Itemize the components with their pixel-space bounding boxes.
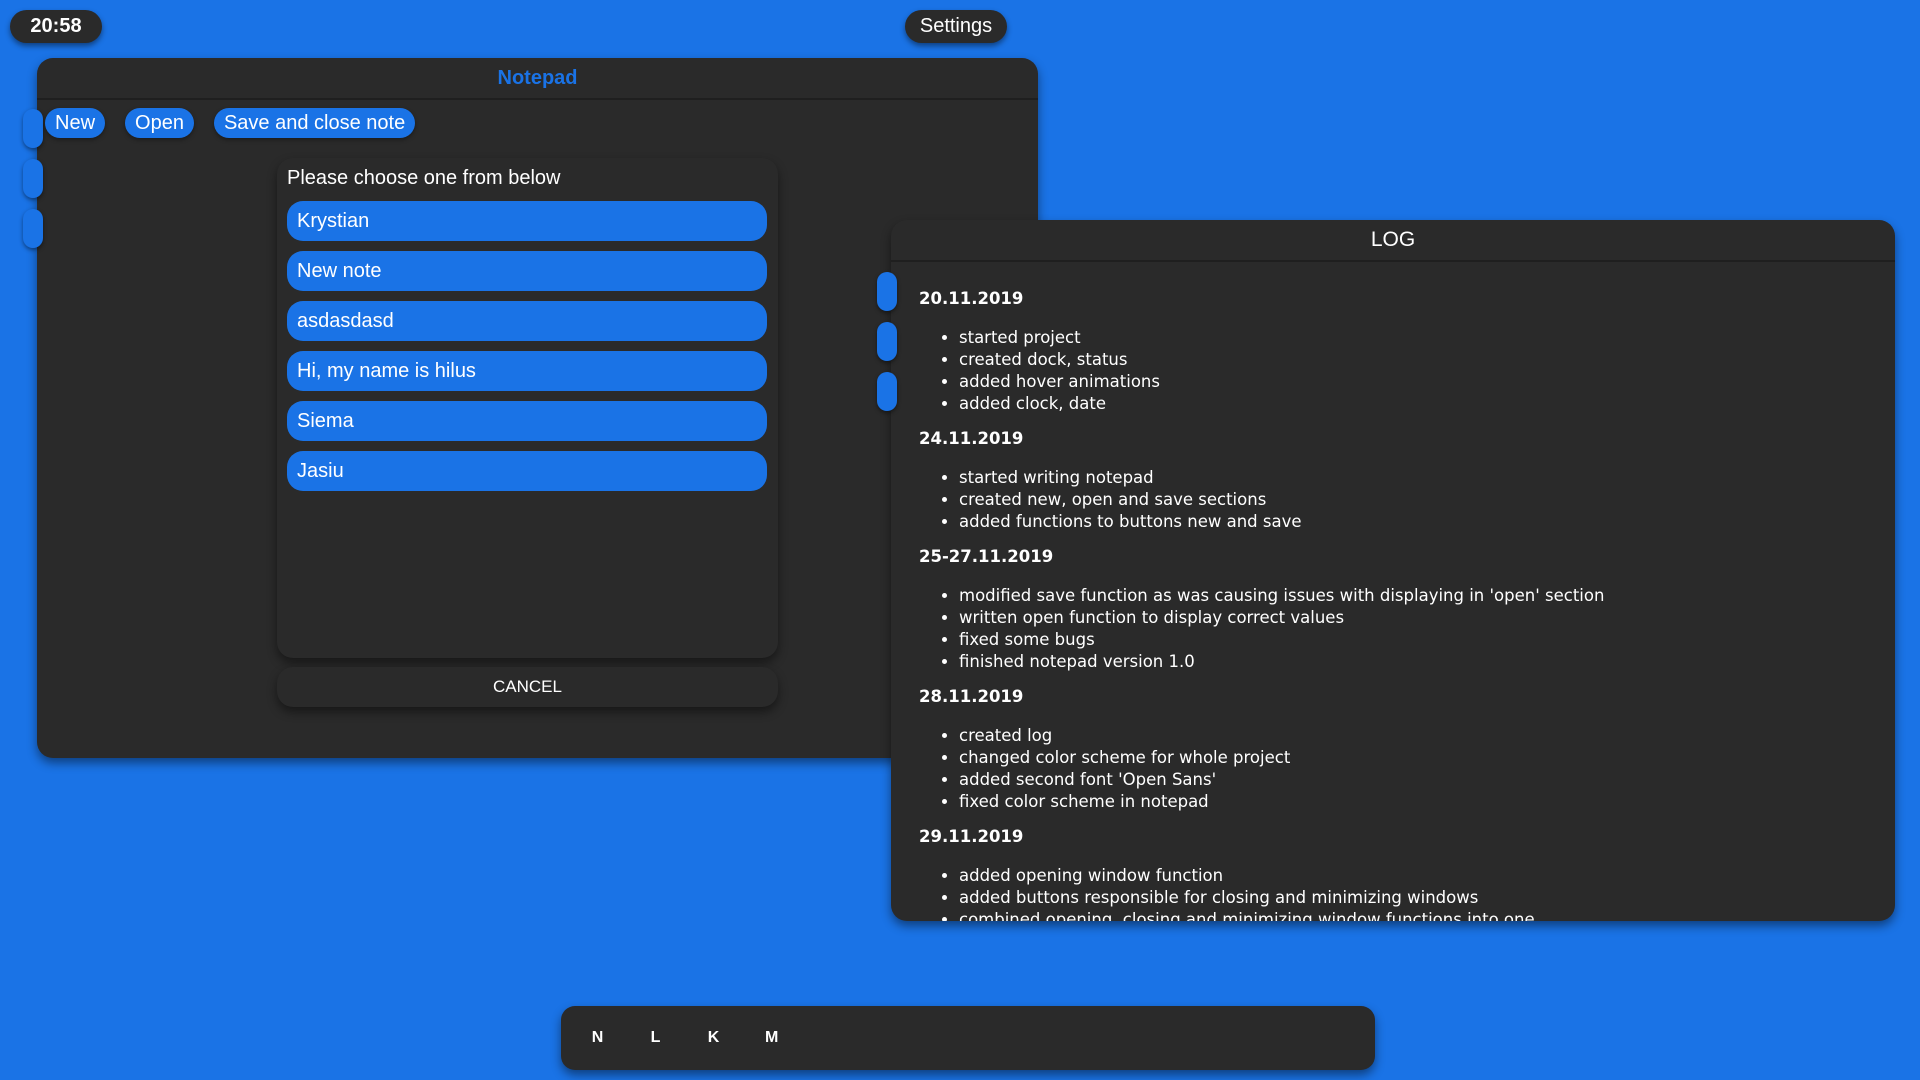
new-note-button[interactable]: New bbox=[45, 108, 106, 138]
log-item: added opening window function bbox=[959, 865, 1875, 887]
notepad-title: Notepad bbox=[497, 66, 578, 89]
notepad-titlebar[interactable]: Notepad bbox=[37, 58, 1038, 100]
log-item: created dock, status bbox=[959, 349, 1875, 371]
log-item: changed color scheme for whole project bbox=[959, 747, 1875, 769]
open-note-button[interactable]: Open bbox=[125, 108, 194, 138]
log-item: added functions to buttons new and save bbox=[959, 511, 1875, 533]
note-item[interactable]: asdasdasd bbox=[287, 301, 767, 341]
notepad-toolbar: New Open Save and close note bbox=[45, 108, 416, 138]
window-maximize-handle[interactable] bbox=[877, 372, 897, 411]
dock: N L K M bbox=[561, 1006, 1375, 1070]
log-list: started writing notepad created new, ope… bbox=[919, 467, 1875, 533]
window-minimize-handle[interactable] bbox=[877, 322, 897, 361]
log-titlebar[interactable]: LOG bbox=[891, 220, 1895, 262]
log-item: started writing notepad bbox=[959, 467, 1875, 489]
log-item: finished notepad version 1.0 bbox=[959, 651, 1875, 673]
log-item: added buttons responsible for closing an… bbox=[959, 887, 1875, 909]
cancel-button[interactable]: CANCEL bbox=[277, 667, 778, 707]
window-maximize-handle[interactable] bbox=[23, 209, 43, 248]
log-window: LOG 20.11.2019 started project created d… bbox=[877, 220, 1895, 921]
log-item: created new, open and save sections bbox=[959, 489, 1875, 511]
dock-item-notepad[interactable]: N bbox=[591, 1029, 604, 1047]
window-minimize-handle[interactable] bbox=[23, 159, 43, 198]
log-item: written open function to display correct… bbox=[959, 607, 1875, 629]
log-list: started project created dock, status add… bbox=[919, 327, 1875, 415]
log-date: 28.11.2019 bbox=[919, 687, 1024, 706]
log-title: LOG bbox=[1370, 228, 1416, 251]
dialog-prompt: Please choose one from below bbox=[287, 167, 561, 189]
log-date: 25-27.11.2019 bbox=[919, 547, 1054, 566]
log-date: 20.11.2019 bbox=[919, 289, 1024, 308]
log-item: added clock, date bbox=[959, 393, 1875, 415]
notepad-window-controls bbox=[23, 109, 43, 248]
log-item: combined opening, closing and minimizing… bbox=[959, 909, 1875, 921]
log-window-controls bbox=[877, 272, 897, 411]
window-close-handle[interactable] bbox=[23, 109, 43, 148]
log-list: modified save function as was causing is… bbox=[919, 585, 1875, 673]
note-item[interactable]: Krystian bbox=[287, 201, 767, 241]
settings-button[interactable]: Settings bbox=[905, 10, 1007, 43]
dock-item-m[interactable]: M bbox=[765, 1029, 778, 1047]
log-item: fixed some bugs bbox=[959, 629, 1875, 651]
dock-item-log[interactable]: L bbox=[649, 1029, 662, 1047]
log-item: fixed color scheme in notepad bbox=[959, 791, 1875, 813]
open-note-dialog: Please choose one from below Krystian Ne… bbox=[277, 158, 778, 658]
save-close-note-button[interactable]: Save and close note bbox=[213, 108, 416, 138]
note-item[interactable]: Jasiu bbox=[287, 451, 767, 491]
dock-items: N L K M bbox=[591, 1006, 779, 1070]
note-item[interactable]: Siema bbox=[287, 401, 767, 441]
log-item: created log bbox=[959, 725, 1875, 747]
log-content[interactable]: 20.11.2019 started project created dock,… bbox=[919, 275, 1875, 921]
dock-item-k[interactable]: K bbox=[707, 1029, 720, 1047]
note-list: Krystian New note asdasdasd Hi, my name … bbox=[287, 201, 767, 491]
log-item: added second font 'Open Sans' bbox=[959, 769, 1875, 791]
note-item[interactable]: Hi, my name is hilus bbox=[287, 351, 767, 391]
clock: 20:58 bbox=[10, 10, 102, 43]
log-date: 29.11.2019 bbox=[919, 827, 1024, 846]
log-list: added opening window function added butt… bbox=[919, 865, 1875, 921]
window-close-handle[interactable] bbox=[877, 272, 897, 311]
log-date: 24.11.2019 bbox=[919, 429, 1024, 448]
note-item[interactable]: New note bbox=[287, 251, 767, 291]
log-list: created log changed color scheme for who… bbox=[919, 725, 1875, 813]
log-item: modified save function as was causing is… bbox=[959, 585, 1875, 607]
log-item: added hover animations bbox=[959, 371, 1875, 393]
log-item: started project bbox=[959, 327, 1875, 349]
